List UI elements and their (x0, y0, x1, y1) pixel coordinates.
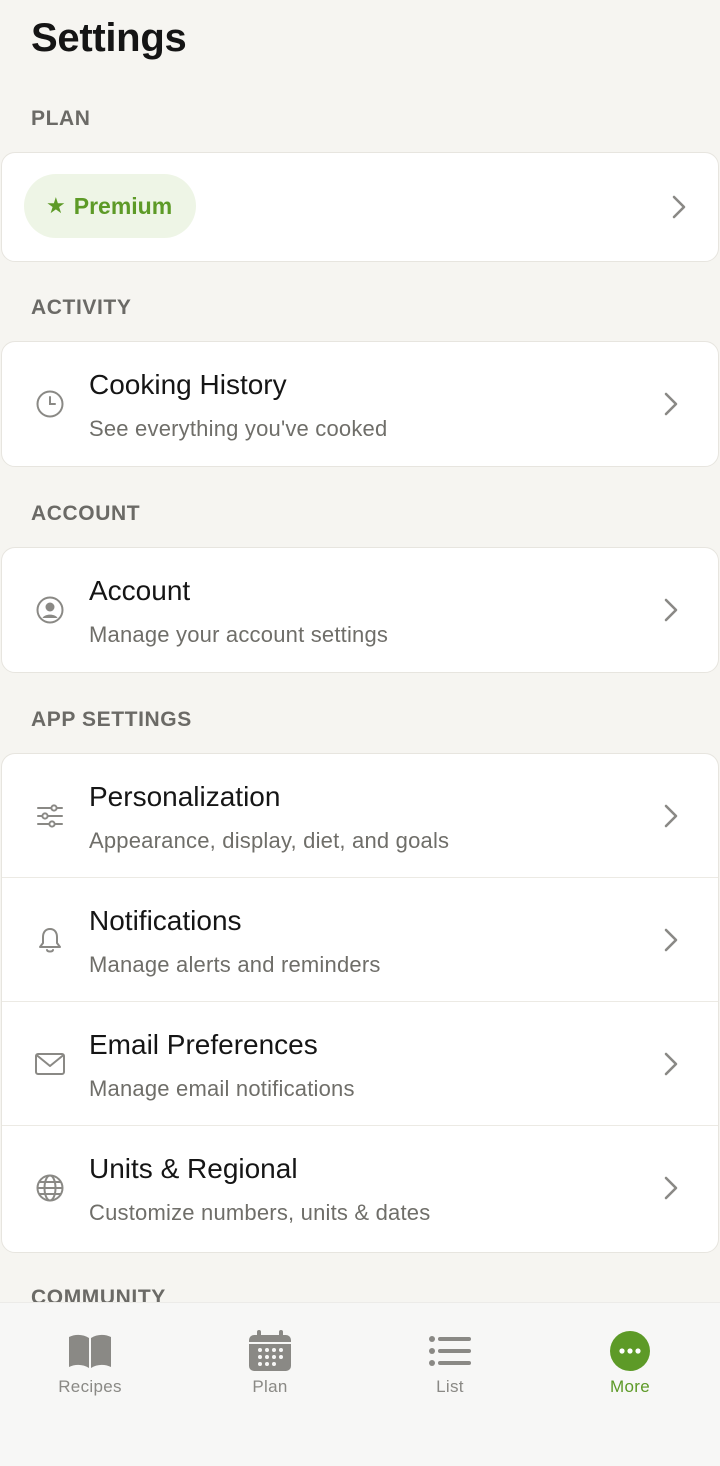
settings-row-personalization[interactable]: Personalization Appearance, display, die… (2, 754, 718, 878)
page-title: Settings (31, 16, 187, 60)
row-title: Notifications (89, 905, 242, 936)
tab-label: More (610, 1377, 650, 1396)
tab-recipes[interactable]: Recipes (30, 1329, 150, 1399)
row-title: Units & Regional (89, 1153, 298, 1184)
chevron-right-icon (662, 1050, 680, 1078)
row-title: Personalization (89, 781, 281, 812)
row-title: Email Preferences (89, 1029, 318, 1060)
settings-row-units-regional[interactable]: Units & Regional Customize numbers, unit… (2, 1126, 718, 1250)
row-subtitle: Manage your account settings (89, 622, 389, 647)
row-subtitle: Manage email notifications (89, 1076, 355, 1101)
activity-card: Cooking History See everything you've co… (1, 341, 719, 467)
settings-row-email-preferences[interactable]: Email Preferences Manage email notificat… (2, 1002, 718, 1126)
row-title: Account (89, 575, 191, 606)
row-subtitle: See everything you've cooked (89, 416, 388, 441)
section-label-plan: PLAN (31, 107, 91, 130)
row-subtitle: Customize numbers, units & dates (89, 1200, 431, 1225)
tab-bar: Recipes Plan List More (0, 1302, 720, 1466)
section-label-activity: ACTIVITY (31, 296, 132, 319)
tab-label: List (436, 1377, 464, 1396)
app-settings-card: Personalization Appearance, display, die… (1, 753, 719, 1253)
section-label-account: ACCOUNT (31, 502, 141, 525)
chevron-right-icon (662, 390, 680, 418)
tab-list[interactable]: List (390, 1329, 510, 1399)
tab-label: Plan (252, 1377, 288, 1396)
tab-label: Recipes (58, 1377, 122, 1396)
settings-row-cooking-history[interactable]: Cooking History See everything you've co… (2, 342, 718, 466)
more-icon (610, 1329, 650, 1373)
chevron-right-icon (662, 802, 680, 830)
list-icon (429, 1329, 471, 1373)
chevron-right-icon (662, 596, 680, 624)
tab-plan[interactable]: Plan (210, 1329, 330, 1399)
bell-icon (34, 924, 66, 956)
calendar-icon (248, 1329, 292, 1373)
settings-row-notifications[interactable]: Notifications Manage alerts and reminder… (2, 878, 718, 1002)
account-card: Account Manage your account settings (1, 547, 719, 673)
settings-row-account[interactable]: Account Manage your account settings (2, 548, 718, 672)
plan-card[interactable]: ★ Premium (1, 152, 719, 262)
globe-icon (34, 1172, 66, 1204)
premium-badge: ★ Premium (24, 174, 196, 238)
chevron-right-icon (662, 926, 680, 954)
book-icon (67, 1329, 113, 1373)
section-label-app-settings: APP SETTINGS (31, 708, 192, 731)
premium-label: Premium (73, 192, 173, 219)
chevron-right-icon (670, 193, 688, 221)
row-subtitle: Manage alerts and reminders (89, 952, 381, 977)
user-circle-icon (34, 594, 66, 626)
sliders-icon (34, 800, 66, 832)
envelope-icon (34, 1048, 66, 1080)
star-icon: ★ (46, 193, 66, 218)
row-title: Cooking History (89, 369, 287, 400)
tab-more[interactable]: More (570, 1329, 690, 1399)
chevron-right-icon (662, 1174, 680, 1202)
row-subtitle: Appearance, display, diet, and goals (89, 828, 450, 853)
clock-icon (34, 388, 66, 420)
